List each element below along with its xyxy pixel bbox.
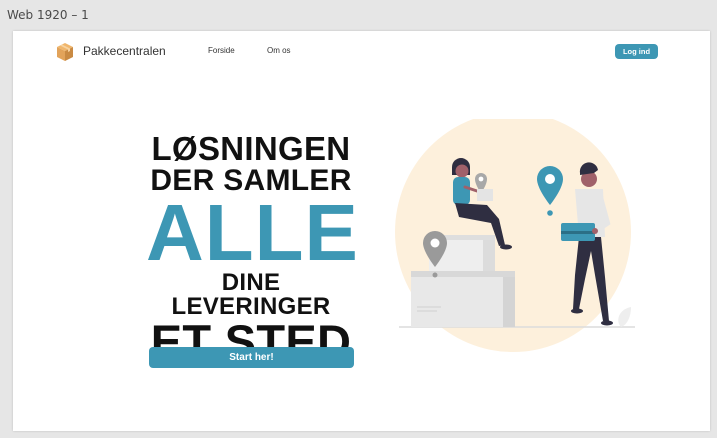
artboard-label: Web 1920 – 1	[7, 8, 89, 22]
web-artboard: Pakkecentralen Forside Om os Log ind LØS…	[13, 31, 710, 431]
headline-line-1: LØSNINGEN	[151, 130, 351, 167]
headline-line-4: DINE LEVERINGER	[171, 269, 331, 320]
nav-link-forside[interactable]: Forside	[208, 46, 235, 55]
delivery-illustration	[395, 119, 635, 352]
nav-link-om-os[interactable]: Om os	[267, 46, 291, 55]
package-box-icon	[57, 43, 73, 61]
brand-name[interactable]: Pakkecentralen	[83, 44, 166, 58]
plant-leaf	[618, 307, 631, 327]
start-here-button[interactable]: Start her!	[149, 347, 354, 368]
headline-line-3: ALLE	[146, 188, 359, 277]
login-button[interactable]: Log ind	[615, 44, 658, 59]
hero-headline: LØSNINGEN DER SAMLER ALLE DINE LEVERINGE…	[146, 130, 359, 365]
